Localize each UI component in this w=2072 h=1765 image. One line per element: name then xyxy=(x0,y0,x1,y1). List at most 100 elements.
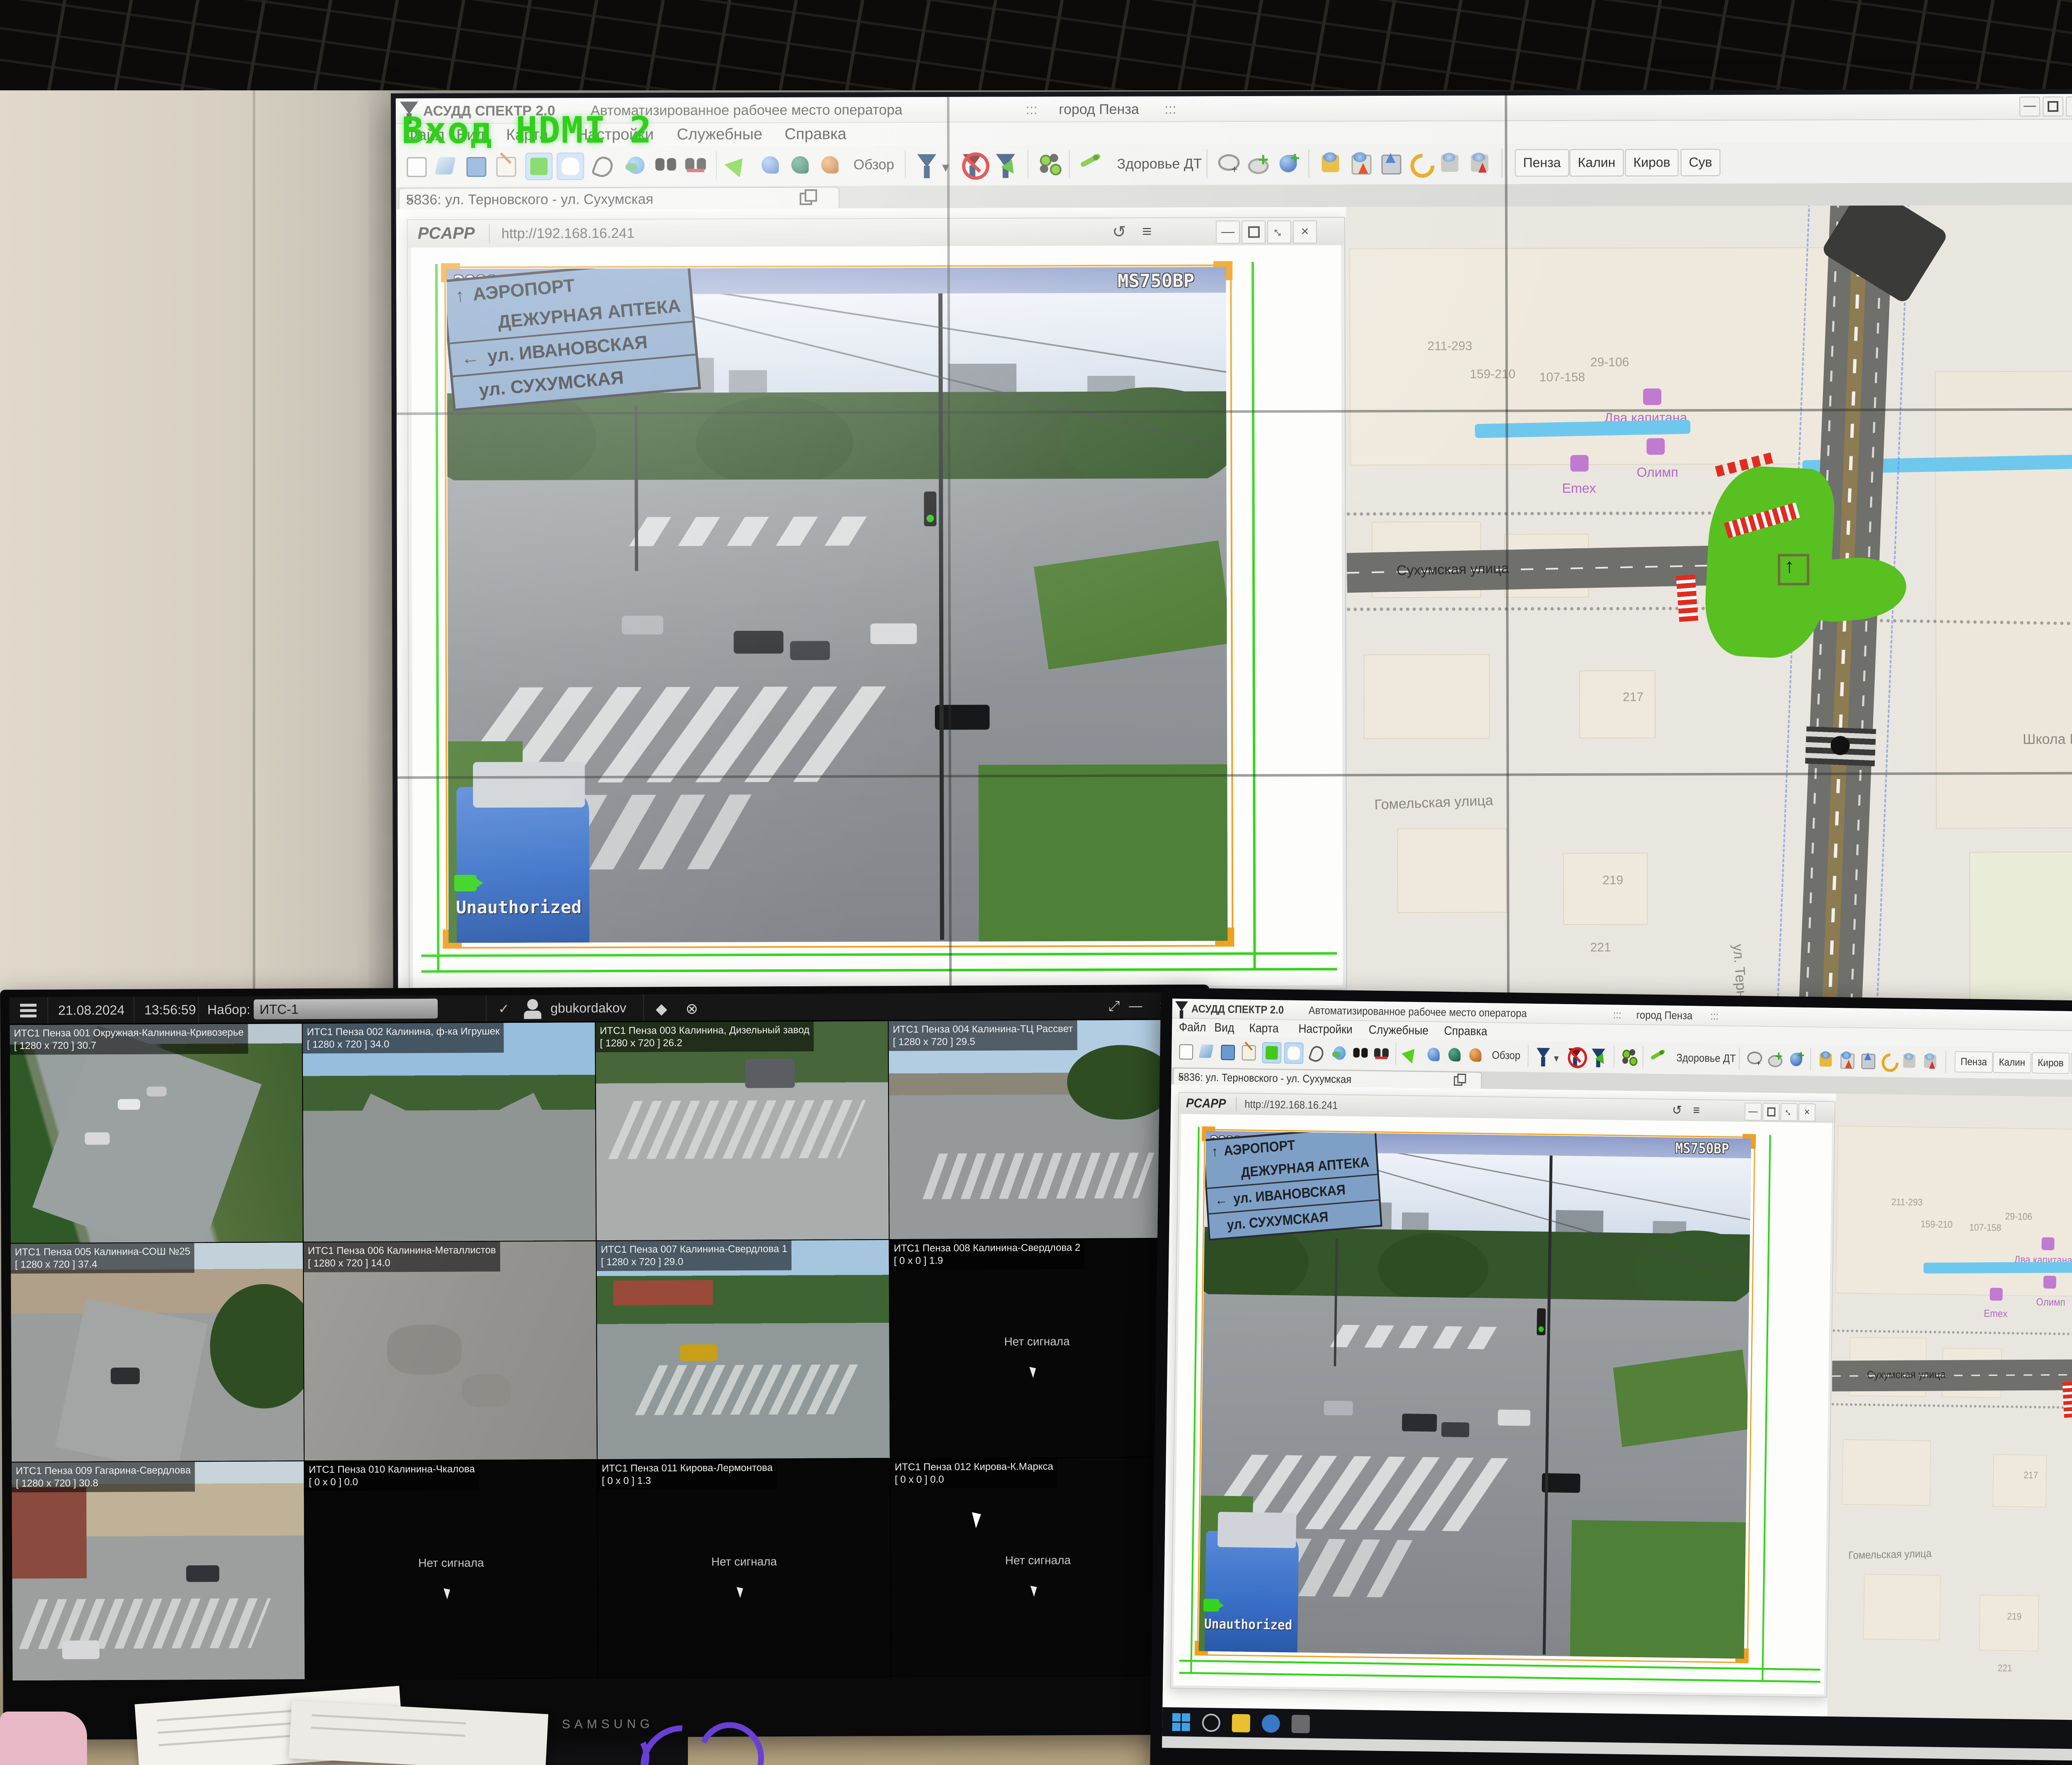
pcapp-address[interactable]: http://192.168.16.241 xyxy=(1244,1098,1338,1112)
blue-detector-icon[interactable] xyxy=(1424,1044,1443,1064)
detector-group-icon[interactable] xyxy=(1037,151,1063,177)
pan-hand-icon[interactable] xyxy=(557,153,584,180)
edit-pen-icon[interactable] xyxy=(1239,1042,1257,1062)
sync-export-icon[interactable] xyxy=(1900,1051,1918,1071)
camera-tile-006[interactable]: ИТС1 Пенза 006 Калинина-Металлистов[ 128… xyxy=(303,1241,597,1461)
city-button-kirov[interactable]: Киров xyxy=(1625,149,1678,176)
poi-label[interactable]: Олимп xyxy=(1636,465,1678,480)
search-icon[interactable] xyxy=(1202,1714,1220,1732)
import-folder-icon[interactable] xyxy=(1347,150,1373,176)
layout-arrows-icon[interactable]: ◆ xyxy=(656,1000,667,1017)
close-circle-icon[interactable]: ⊗ xyxy=(685,1000,698,1017)
zone-add-green-icon[interactable]: + xyxy=(1245,151,1271,177)
filter-check-icon[interactable]: ✓ xyxy=(498,1001,509,1017)
poi-label[interactable]: Emex xyxy=(1562,481,1596,496)
minimize-icon[interactable]: — xyxy=(1129,998,1142,1013)
city-button-penza[interactable]: Пенза xyxy=(1955,1051,1993,1073)
binoculars-red-icon[interactable] xyxy=(1372,1044,1390,1063)
orange-detector-icon[interactable] xyxy=(817,152,842,178)
binoculars-red-icon[interactable] xyxy=(683,152,708,178)
tab-intersection-5836[interactable]: 5836: ул. Терновского - ул. Сухумская × xyxy=(399,187,840,210)
camera-tile-003[interactable]: ИТС1 Пенза 003 Калинина, Дизельный завод… xyxy=(595,1021,889,1241)
start-button[interactable] xyxy=(1172,1713,1191,1732)
poi-label[interactable]: Олимп xyxy=(2036,1296,2065,1308)
filter-disabled-icon[interactable] xyxy=(1566,1046,1584,1066)
pan-hand-icon[interactable] xyxy=(1284,1042,1304,1064)
menu-service[interactable]: Служебные xyxy=(1368,1023,1428,1038)
camera-tile-010[interactable]: ИТС1 Пенза 010 Калинина-Чкалова[ 0 x 0 ]… xyxy=(304,1460,598,1680)
blue-detector-icon[interactable] xyxy=(757,152,783,178)
green-detector-icon[interactable] xyxy=(787,152,813,178)
green-detector-icon[interactable] xyxy=(1445,1045,1464,1065)
overview-label[interactable]: Обзор xyxy=(1492,1049,1520,1062)
city-button-kirov[interactable]: Киров xyxy=(2032,1052,2070,1074)
pcapp-refresh-icon[interactable]: ↺ xyxy=(1112,223,1126,242)
camera-add-icon[interactable]: + xyxy=(1275,151,1301,177)
map-globe-icon[interactable] xyxy=(1331,1043,1349,1063)
import-folder-icon[interactable] xyxy=(1837,1050,1856,1070)
sync-import-icon[interactable] xyxy=(1921,1051,1939,1071)
poi-label[interactable]: Emex xyxy=(1984,1307,2008,1320)
detector-group-icon[interactable] xyxy=(1621,1047,1639,1067)
zone-add-icon[interactable]: + xyxy=(1745,1049,1764,1069)
lasso-icon[interactable] xyxy=(589,153,615,178)
pcapp-menu-icon[interactable]: ≡ xyxy=(1693,1103,1700,1118)
undo-icon[interactable] xyxy=(1407,150,1433,176)
hamburger-icon[interactable] xyxy=(20,1004,36,1007)
new-doc-icon[interactable] xyxy=(402,153,428,179)
filter-apply-icon[interactable] xyxy=(992,151,1018,177)
traffic-map[interactable]: 211-293 159-210 107-158 29-106 Два капит… xyxy=(1827,1094,2072,1724)
city-button-suv[interactable]: Сув xyxy=(1680,149,1720,176)
archive-icon[interactable] xyxy=(1377,150,1403,176)
camera-add-icon[interactable]: + xyxy=(1787,1049,1805,1069)
city-button-kalin[interactable]: Калин xyxy=(1993,1052,2031,1073)
save-icon[interactable] xyxy=(1218,1041,1236,1061)
new-doc-icon[interactable] xyxy=(1176,1041,1194,1061)
filter-icon[interactable] xyxy=(1534,1046,1552,1066)
sync-export-icon[interactable] xyxy=(1437,150,1462,176)
menu-settings[interactable]: Настройки xyxy=(1298,1022,1353,1036)
pcapp-resize-button[interactable]: ↔ xyxy=(1267,220,1291,244)
open-folder-icon[interactable] xyxy=(1197,1041,1215,1061)
city-button-penza[interactable]: Пенза xyxy=(1515,149,1569,177)
menu-help[interactable]: Справка xyxy=(1444,1024,1487,1039)
camera-tile-001[interactable]: ИТС1 Пенза 001 Окружная-Калинина-Кривозе… xyxy=(9,1023,303,1243)
filter-icon[interactable] xyxy=(914,152,939,177)
set-input[interactable]: ИТС-1 xyxy=(254,999,438,1019)
lasso-icon[interactable] xyxy=(1307,1043,1325,1063)
green-arrow-icon[interactable] xyxy=(1401,1044,1419,1064)
binoculars-icon[interactable] xyxy=(1351,1044,1370,1063)
pcapp-address[interactable]: http://192.168.16.241 xyxy=(501,225,634,242)
fullscreen-icon[interactable]: ⤢ xyxy=(1109,998,1120,1014)
pcapp-refresh-icon[interactable]: ↺ xyxy=(1672,1103,1682,1118)
filter-caret[interactable]: ▾ xyxy=(1554,1052,1559,1065)
overview-label[interactable]: Обзор xyxy=(853,157,894,173)
pcapp-menu-icon[interactable]: ≡ xyxy=(1142,223,1152,241)
green-route-icon[interactable] xyxy=(1078,151,1104,177)
export-folder-icon[interactable] xyxy=(1817,1050,1835,1070)
health-label[interactable]: Здоровье ДТ xyxy=(1676,1052,1736,1065)
health-label[interactable]: Здоровье ДТ xyxy=(1117,156,1202,172)
filter-disabled-icon[interactable] xyxy=(959,152,985,177)
window-maximize-button[interactable] xyxy=(2043,97,2063,116)
tab-close-icon[interactable]: × xyxy=(406,191,832,208)
camera-tile-002[interactable]: ИТС1 Пенза 002 Калинина, ф-ка Игрушек[ 1… xyxy=(302,1022,596,1242)
zone-add-icon[interactable]: + xyxy=(1215,151,1241,177)
pcapp-maximize-button[interactable] xyxy=(1242,220,1266,244)
window-close-button[interactable]: × xyxy=(2066,97,2072,116)
app-icon[interactable] xyxy=(1291,1715,1310,1734)
pcapp-maximize-button[interactable] xyxy=(1762,1103,1779,1121)
camera-tile-012[interactable]: ИТС1 Пенза 012 Кирова-К.Маркса[ 0 x 0 ] … xyxy=(890,1457,1185,1677)
save-icon[interactable] xyxy=(462,153,488,179)
green-area-icon[interactable] xyxy=(525,153,552,180)
filter-apply-icon[interactable] xyxy=(1589,1047,1607,1067)
pcapp-close-button[interactable]: × xyxy=(1798,1103,1815,1121)
menu-view[interactable]: Вид xyxy=(1214,1021,1234,1035)
archive-icon[interactable] xyxy=(1858,1051,1876,1070)
pcapp-minimize-button[interactable]: — xyxy=(1745,1103,1762,1121)
menu-map[interactable]: Карта xyxy=(1249,1022,1279,1036)
traffic-map[interactable]: 211-293 159-210 107-158 29-106 Два капит… xyxy=(1346,205,2072,1014)
pcapp-close-button[interactable]: × xyxy=(1293,220,1317,244)
camera-tile-004[interactable]: ИТС1 Пенза 004 Калинина-ТЦ Рассвет[ 1280… xyxy=(888,1019,1184,1240)
folder-icon[interactable] xyxy=(1232,1714,1250,1733)
